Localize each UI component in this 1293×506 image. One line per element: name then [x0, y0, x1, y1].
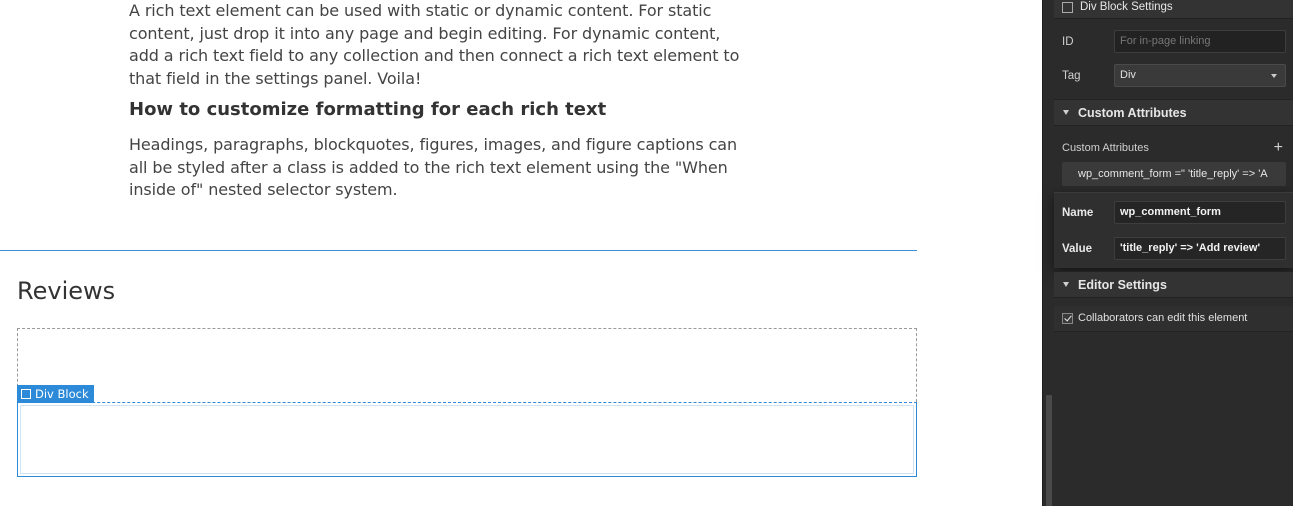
- id-input[interactable]: For in-page linking: [1114, 30, 1286, 53]
- block-settings-title: Div Block Settings: [1080, 1, 1173, 13]
- selected-element-badge[interactable]: Div Block: [17, 385, 94, 403]
- editor-settings-title: Editor Settings: [1078, 278, 1167, 292]
- attribute-edit-popup: Name wp_comment_form Value 'title_reply'…: [1054, 192, 1293, 268]
- attribute-value-input[interactable]: 'title_reply' => 'Add review': [1114, 237, 1286, 260]
- block-settings-header[interactable]: Div Block Settings: [1054, 0, 1293, 19]
- scrollbar-thumb[interactable]: [1046, 395, 1052, 506]
- add-attribute-icon[interactable]: +: [1274, 140, 1283, 156]
- div-block-hover[interactable]: [17, 328, 917, 402]
- name-label: Name: [1062, 207, 1094, 219]
- settings-panel: Div Block Settings ID For in-page linkin…: [1054, 0, 1293, 506]
- tag-label: Tag: [1062, 70, 1081, 82]
- collaborators-checkbox[interactable]: [1062, 313, 1073, 324]
- collaborators-label: Collaborators can edit this element: [1078, 312, 1248, 324]
- rich-text-paragraph-1: A rich text element can be used with sta…: [129, 1, 740, 88]
- tag-select-value: Div: [1120, 69, 1136, 81]
- selected-element-label: Div Block: [35, 387, 89, 401]
- value-label: Value: [1062, 243, 1093, 255]
- reviews-heading[interactable]: Reviews: [17, 277, 115, 305]
- collapse-triangle-icon: [1063, 110, 1069, 115]
- rich-text-paragraph-2: Headings, paragraphs, blockquotes, figur…: [129, 135, 738, 199]
- section-divider: [0, 250, 917, 251]
- design-canvas[interactable]: A rich text element can be used with sta…: [0, 0, 1042, 506]
- div-block-icon: [1062, 2, 1073, 13]
- chevron-down-icon: [1271, 74, 1277, 78]
- editor-settings-header[interactable]: Editor Settings: [1054, 271, 1293, 298]
- custom-attributes-label: Custom Attributes: [1062, 142, 1149, 154]
- div-block-selected[interactable]: [17, 402, 917, 477]
- canvas-scrollbar[interactable]: [1042, 0, 1054, 506]
- attribute-name-input[interactable]: wp_comment_form: [1114, 201, 1286, 224]
- div-block-inner-outline: [20, 405, 914, 474]
- attribute-list-item[interactable]: wp_comment_form =" 'title_reply' => 'A: [1062, 162, 1286, 186]
- id-label: ID: [1062, 36, 1074, 48]
- collaborators-row[interactable]: Collaborators can edit this element: [1054, 306, 1293, 332]
- rich-text-heading: How to customize formatting for each ric…: [129, 99, 607, 120]
- custom-attributes-title: Custom Attributes: [1078, 106, 1187, 120]
- custom-attributes-header[interactable]: Custom Attributes: [1054, 99, 1293, 126]
- div-block-icon: [21, 389, 31, 399]
- tag-select[interactable]: Div: [1114, 64, 1286, 87]
- collapse-triangle-icon: [1063, 282, 1069, 287]
